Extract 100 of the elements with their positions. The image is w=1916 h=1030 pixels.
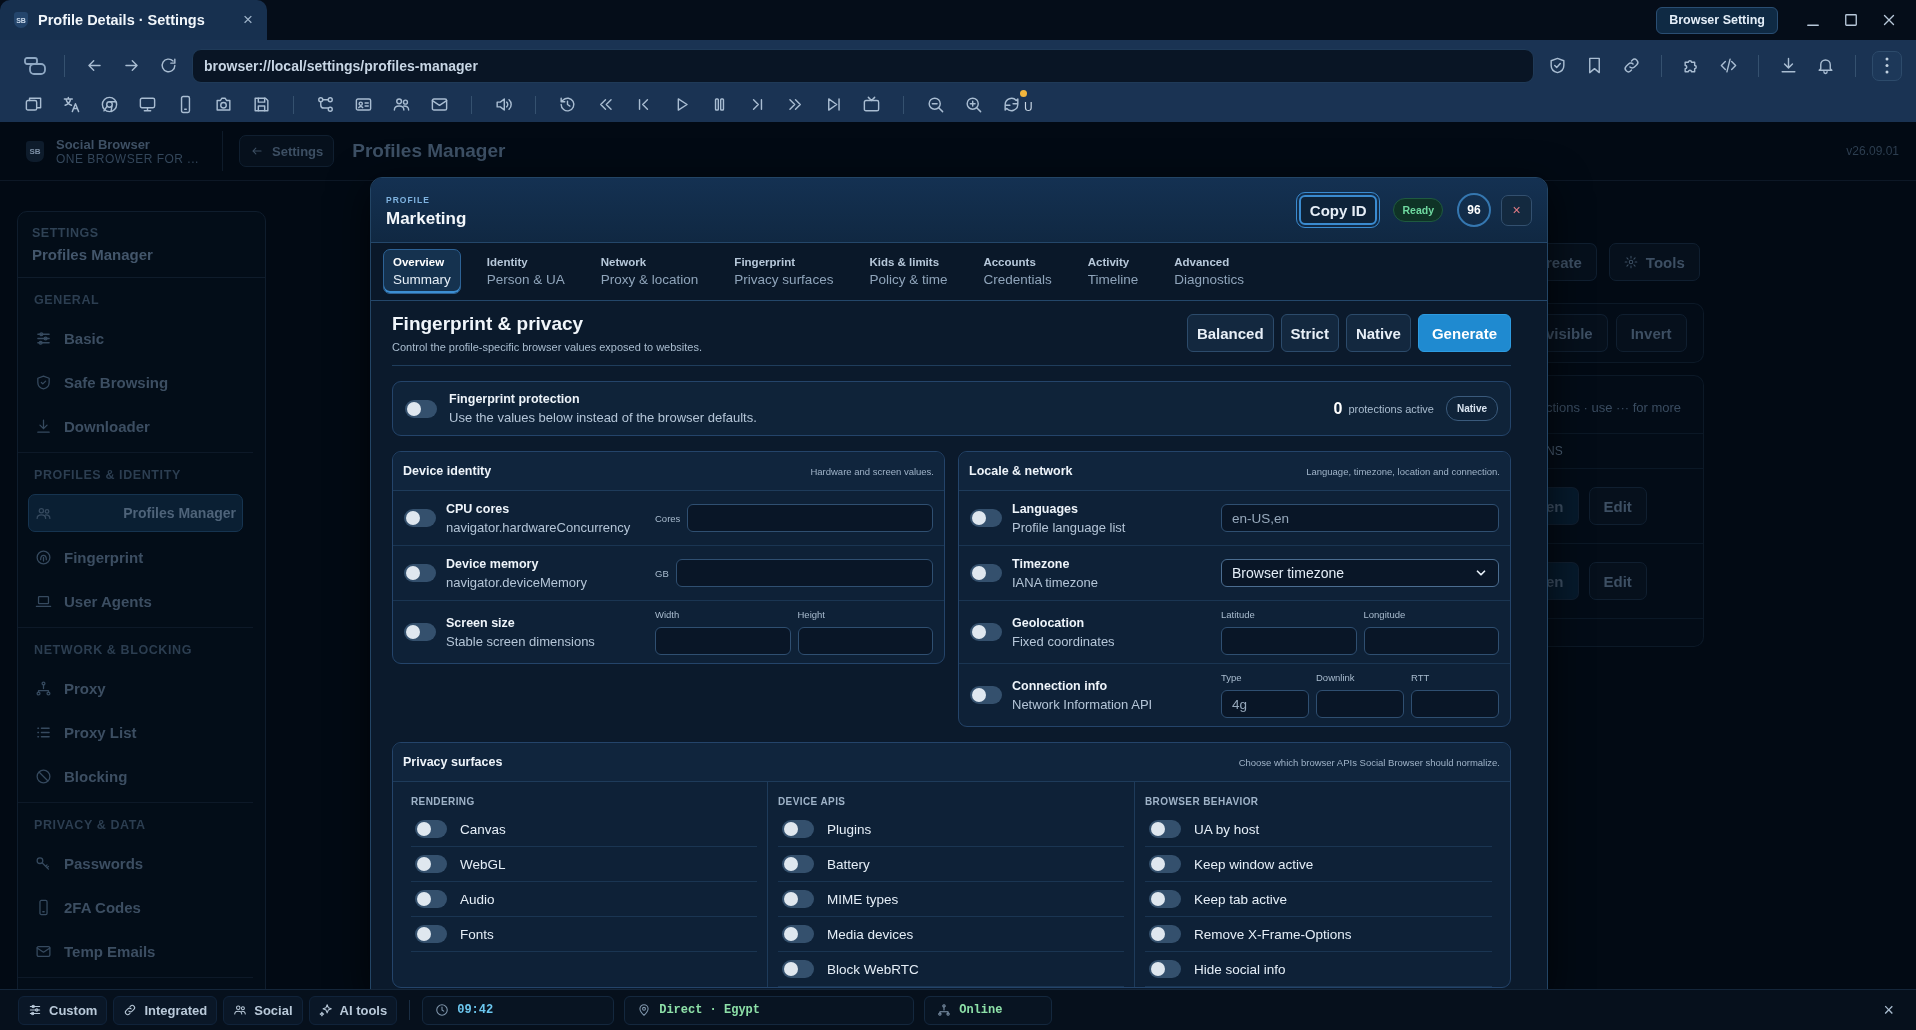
select-field[interactable]: Browser timezone <box>1221 559 1499 587</box>
toggle-switch[interactable] <box>415 890 447 908</box>
tab[interactable]: Accounts Credentials <box>973 249 1062 294</box>
mode-button[interactable]: AI tools <box>308 995 398 1025</box>
tab[interactable]: Advanced Diagnostics <box>1164 249 1254 294</box>
copy-id-button[interactable]: Copy ID <box>1298 195 1378 225</box>
input-field[interactable]: en-US,en <box>1221 504 1499 532</box>
card-title: Device identity <box>403 464 492 478</box>
bell-icon[interactable] <box>1816 56 1835 76</box>
zoom-in-icon[interactable] <box>964 95 983 115</box>
tv-icon[interactable] <box>862 95 881 115</box>
tab[interactable]: Network Proxy & location <box>590 249 709 294</box>
toggle-switch[interactable] <box>1149 960 1181 978</box>
update-label: U <box>1024 99 1033 114</box>
input-field[interactable] <box>1411 690 1499 718</box>
maximize-icon[interactable] <box>1842 11 1860 29</box>
group-heading: GENERAL <box>33 293 101 309</box>
setting-description: Profile language list <box>1012 519 1127 535</box>
input-field[interactable] <box>655 627 791 655</box>
preset-button[interactable]: Balanced <box>1186 314 1274 352</box>
preset-button[interactable]: Strict <box>1280 314 1339 352</box>
toggle-switch[interactable] <box>404 623 436 641</box>
toggle-switch[interactable] <box>1149 855 1181 873</box>
score-badge: 96 <box>1457 193 1491 227</box>
toggle-switch[interactable] <box>1149 925 1181 943</box>
group-heading: PROFILES & IDENTITY <box>33 468 182 484</box>
input-field[interactable] <box>675 559 933 587</box>
shield-check-icon[interactable] <box>1548 56 1567 76</box>
tab[interactable]: Activity Timeline <box>1077 249 1149 294</box>
toggle-switch[interactable] <box>1149 820 1181 838</box>
tab[interactable]: Identity Person & UA <box>476 249 575 294</box>
history-icon[interactable] <box>558 95 577 115</box>
toggle-switch[interactable] <box>415 925 447 943</box>
zoom-out-icon[interactable] <box>926 95 945 115</box>
mode-button[interactable]: Custom <box>18 995 108 1025</box>
connection-indicator: Online <box>924 995 1053 1025</box>
translate-icon[interactable] <box>62 95 81 115</box>
toggle-label: Remove X-Frame-Options <box>1194 926 1352 942</box>
toggle-switch[interactable] <box>404 564 436 582</box>
toggle-label: WebGL <box>460 856 506 872</box>
card-title: Privacy surfaces <box>403 755 503 769</box>
tab[interactable]: Fingerprint Privacy surfaces <box>724 249 844 294</box>
toggle-label: Hide social info <box>1194 961 1286 977</box>
toggle-switch[interactable] <box>782 820 814 838</box>
input-field[interactable] <box>687 504 933 532</box>
mode-button[interactable]: Social <box>223 995 303 1025</box>
toggle-switch[interactable] <box>970 509 1002 527</box>
input-field[interactable] <box>1316 690 1404 718</box>
protection-count: 0 <box>1333 399 1343 418</box>
monitor-icon[interactable] <box>138 95 157 115</box>
menu-button[interactable] <box>1872 50 1902 81</box>
save-icon[interactable] <box>252 95 271 115</box>
toggle-switch[interactable] <box>415 820 447 838</box>
download-icon[interactable] <box>1779 56 1798 76</box>
toggle-switch[interactable] <box>404 509 436 527</box>
logo-icon: SB <box>26 140 44 162</box>
toggle-switch[interactable] <box>970 564 1002 582</box>
toggle-switch[interactable] <box>405 399 437 418</box>
browser-setting-button[interactable]: Browser Setting <box>1656 6 1778 34</box>
card-hint: Choose which browser APIs Social Browser should normalize. <box>1238 756 1500 768</box>
toggle-switch[interactable] <box>782 925 814 943</box>
mode-button[interactable]: Integrated <box>113 995 218 1025</box>
tab[interactable]: Overview Summary <box>383 249 461 294</box>
toggle-switch[interactable] <box>782 855 814 873</box>
group-heading: PRIVACY & DATA <box>33 818 147 834</box>
field-label: Longitude <box>1363 609 1407 620</box>
input-field[interactable] <box>1221 627 1357 655</box>
kebab-menu-icon <box>1885 57 1889 75</box>
toggle-switch[interactable] <box>415 855 447 873</box>
preset-button[interactable]: Native <box>1345 314 1411 352</box>
field-label: Latitude <box>1221 609 1256 620</box>
input-field[interactable] <box>797 627 933 655</box>
nodes-icon[interactable] <box>316 95 335 115</box>
field-label: Type <box>1221 672 1243 683</box>
preset-button[interactable]: Generate <box>1417 314 1511 352</box>
close-button[interactable]: × <box>1501 194 1532 226</box>
toggle-label: Media devices <box>827 926 914 942</box>
toggle-switch[interactable] <box>782 960 814 978</box>
input-field[interactable]: 4g <box>1221 690 1309 718</box>
toggle-switch[interactable] <box>970 686 1002 704</box>
address-bar[interactable]: browser://local/settings/profiles-manager <box>192 48 1534 83</box>
toggle-switch[interactable] <box>1149 890 1181 908</box>
toggle-switch[interactable] <box>782 890 814 908</box>
toggle-label: Plugins <box>827 821 872 837</box>
section-title: Fingerprint & privacy <box>392 313 585 335</box>
field-label: Height <box>797 609 826 620</box>
link-icon[interactable] <box>1622 56 1641 76</box>
block-icon <box>35 767 52 785</box>
tab[interactable]: Kids & limits Policy & time <box>859 249 958 294</box>
setting-name: CPU cores <box>446 501 511 516</box>
input-field[interactable] <box>1363 627 1499 655</box>
aperture-icon[interactable] <box>100 95 119 115</box>
toggle-switch[interactable] <box>970 623 1002 641</box>
pin-icon <box>637 1003 652 1017</box>
close-button[interactable]: × <box>1877 998 1900 1022</box>
toggle-label: UA by host <box>1194 821 1260 837</box>
count-label: protections active <box>1348 402 1434 415</box>
sliders-icon <box>28 1003 42 1017</box>
close-button[interactable]: × <box>243 10 253 30</box>
sidebar-title: Profiles Manager <box>32 246 154 263</box>
